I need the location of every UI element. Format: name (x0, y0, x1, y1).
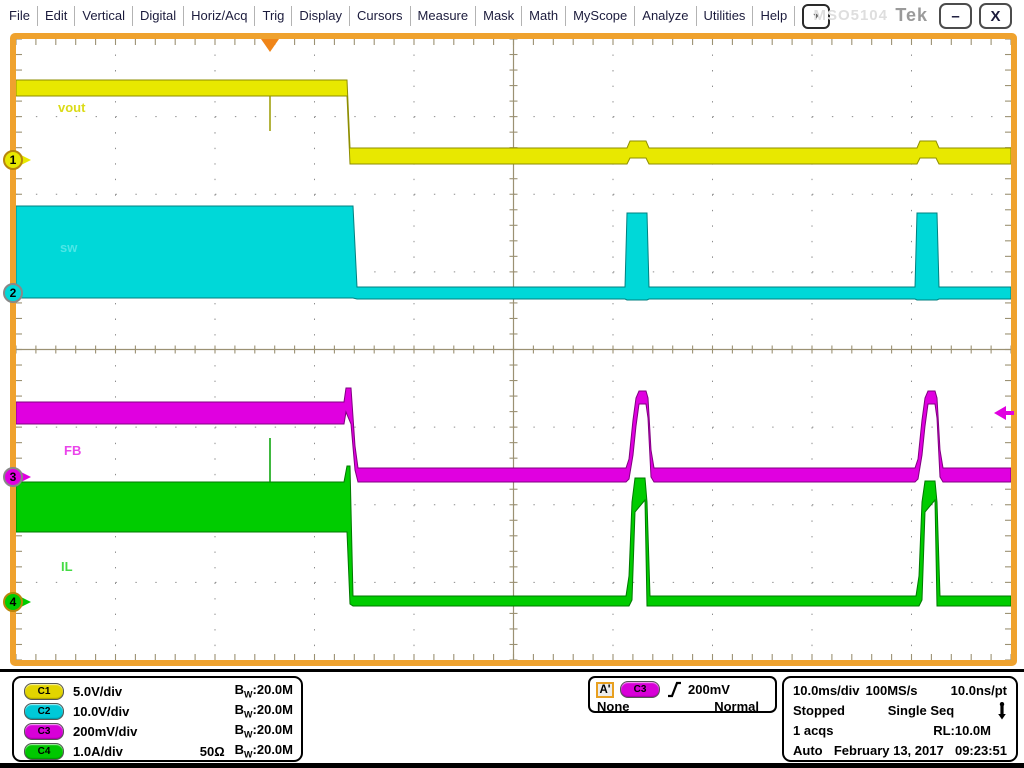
minimize-icon: – (951, 8, 959, 25)
close-button[interactable]: X (979, 3, 1012, 29)
model-label: MSO5104 (813, 7, 888, 24)
menu-item-file[interactable]: File (2, 6, 38, 26)
channel-3-readout[interactable]: C3 200mV/div BW:20.0M (14, 721, 301, 741)
c1-badge: C1 (24, 683, 64, 700)
acquisition-state: Stopped (793, 703, 845, 718)
graticule (16, 39, 1011, 660)
c1-bandwidth: BW:20.0M (235, 682, 293, 700)
menu-item-vertical[interactable]: Vertical (75, 6, 133, 26)
svg-text:2: 2 (10, 286, 17, 300)
time-value: 09:23:51 (955, 743, 1007, 758)
trace-label-vout: vout (58, 100, 86, 115)
c4-scale: 1.0A/div (73, 744, 123, 759)
c3-badge: C3 (24, 723, 64, 740)
oscilloscope-screen: File Edit Vertical Digital Horiz/Acq Tri… (0, 0, 1024, 768)
thermometer-icon (997, 701, 1007, 720)
waveform-display[interactable]: 1 2 3 4 vout sw FB IL (0, 32, 1024, 670)
menu-item-measure[interactable]: Measure (411, 6, 477, 26)
c3-bandwidth: BW:20.0M (235, 722, 293, 740)
menu-item-help[interactable]: Help (753, 6, 795, 26)
menu-item-utilities[interactable]: Utilities (697, 6, 754, 26)
c2-badge: C2 (24, 703, 64, 720)
menu-item-trig[interactable]: Trig (255, 6, 292, 26)
channel-1-marker[interactable]: 1 (4, 151, 31, 169)
trigger-mode: Normal (714, 699, 759, 714)
menu-item-display[interactable]: Display (292, 6, 350, 26)
channel-2-readout[interactable]: C2 10.0V/div BW:20.0M (14, 701, 301, 721)
menu-item-edit[interactable]: Edit (38, 6, 75, 26)
trace-label-fb: FB (64, 443, 81, 458)
c4-bandwidth: BW:20.0M (235, 742, 293, 760)
c3-scale: 200mV/div (73, 724, 137, 739)
trigger-readout-box[interactable]: A' C3 200mV None Normal (588, 676, 777, 713)
trigger-position-marker[interactable] (261, 39, 279, 52)
c2-scale: 10.0V/div (73, 704, 129, 719)
menu-item-horiz-acq[interactable]: Horiz/Acq (184, 6, 255, 26)
menu-bar: File Edit Vertical Digital Horiz/Acq Tri… (0, 0, 1024, 32)
trace-label-il: IL (61, 559, 73, 574)
trigger-b-mode: None (597, 699, 630, 714)
channel-4-marker[interactable]: 4 (4, 593, 31, 611)
channel-1-readout[interactable]: C1 5.0V/div BW:20.0M (14, 681, 301, 701)
tek-logo: Tek (895, 5, 928, 26)
date-value: February 13, 2017 (834, 743, 944, 758)
menu-item-cursors[interactable]: Cursors (350, 6, 411, 26)
svg-text:1: 1 (10, 153, 17, 167)
c1-scale: 5.0V/div (73, 684, 122, 699)
minimize-button[interactable]: – (939, 3, 972, 29)
c2-bandwidth: BW:20.0M (235, 702, 293, 720)
svg-text:4: 4 (10, 595, 17, 609)
menu-item-digital[interactable]: Digital (133, 6, 184, 26)
menu-item-myscope[interactable]: MyScope (566, 6, 635, 26)
menu-item-mask[interactable]: Mask (476, 6, 522, 26)
acquisition-mode: Single Seq (888, 703, 954, 718)
rising-edge-icon (666, 680, 683, 699)
readout-bar: C1 5.0V/div BW:20.0M C2 10.0V/div BW:20.… (0, 669, 1024, 768)
record-length: RL:10.0M (933, 723, 991, 738)
horizontal-readout-box[interactable]: 10.0ms/div 100MS/s 10.0ns/pt Stopped Sin… (782, 676, 1018, 762)
sample-rate-value: 100MS/s (866, 683, 918, 698)
menu-item-math[interactable]: Math (522, 6, 566, 26)
timebase-value: 10.0ms/div (793, 683, 860, 698)
channel-settings-box[interactable]: C1 5.0V/div BW:20.0M C2 10.0V/div BW:20.… (12, 676, 303, 762)
resolution-value: 10.0ns/pt (951, 683, 1007, 698)
trigger-source-a: A' (596, 682, 614, 698)
channel-4-readout[interactable]: C4 1.0A/div 50Ω BW:20.0M (14, 741, 301, 761)
svg-text:3: 3 (10, 470, 17, 484)
menu-item-analyze[interactable]: Analyze (635, 6, 696, 26)
c4-impedance: 50Ω (200, 744, 225, 759)
trigger-mode-auto: Auto (793, 743, 823, 758)
close-icon: X (990, 8, 1000, 25)
c4-badge: C4 (24, 743, 64, 760)
trigger-channel-badge: C3 (620, 681, 660, 698)
trigger-level-value: 200mV (688, 682, 730, 697)
trace-label-sw: sw (60, 240, 78, 255)
acquisition-count: 1 acqs (793, 723, 833, 738)
